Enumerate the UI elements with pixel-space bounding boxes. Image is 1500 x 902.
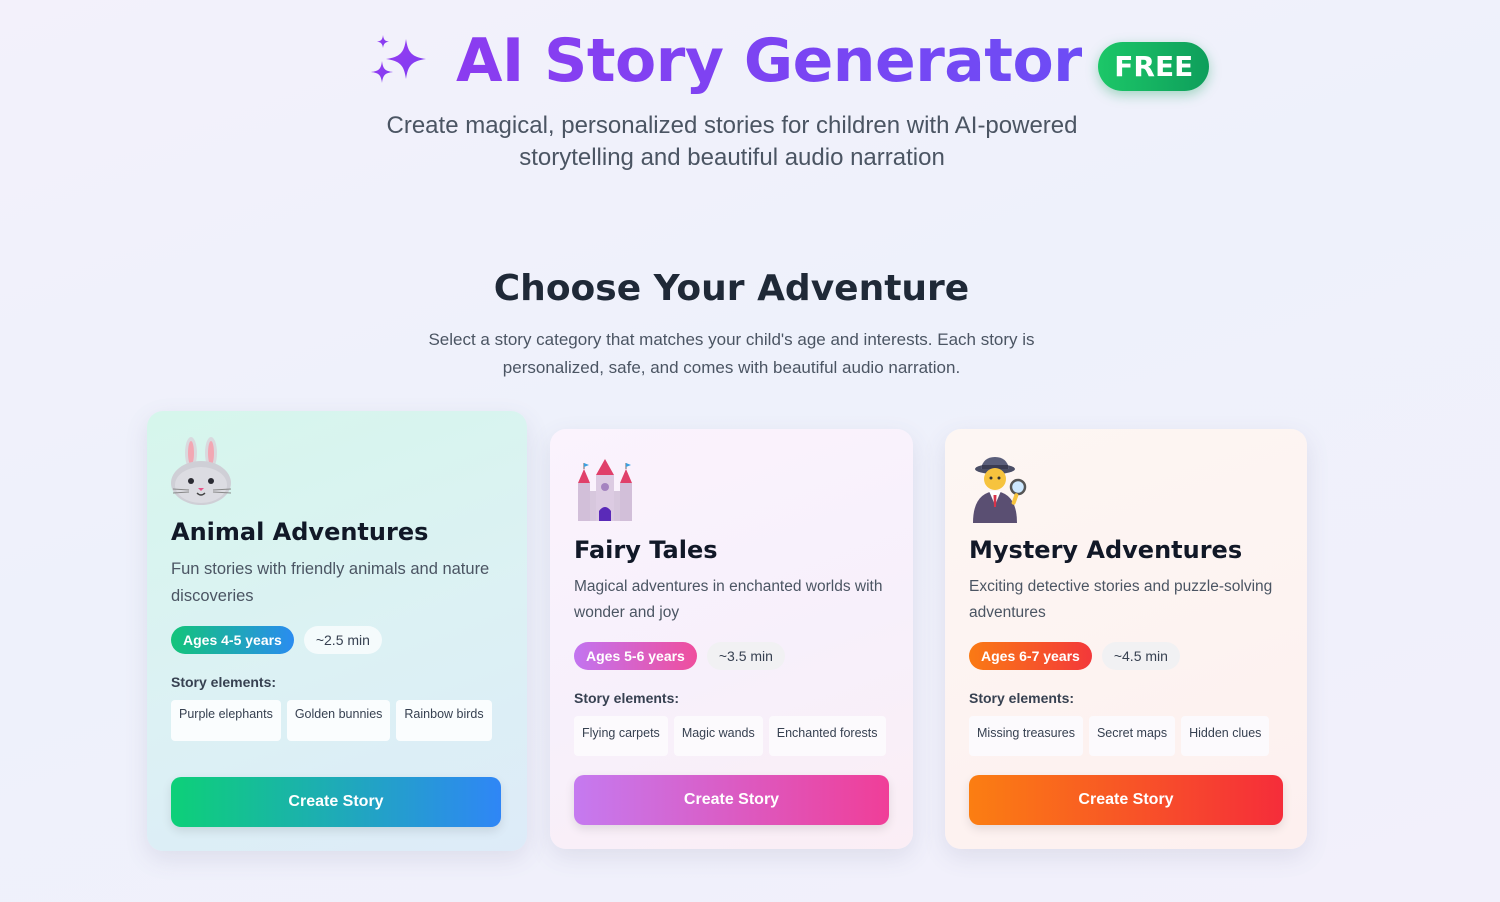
category-card-animal-adventures[interactable]: Animal Adventures Fun stories with frien…: [147, 411, 527, 851]
age-badge: Ages 4-5 years: [171, 626, 294, 654]
section-title: Choose Your Adventure: [493, 268, 970, 309]
card-title: Fairy Tales: [574, 536, 718, 564]
card-description: Magical adventures in enchanted worlds w…: [574, 578, 883, 621]
story-elements: Missing treasures Secret maps Hidden clu…: [969, 716, 1283, 756]
card-description: Exciting detective stories and puzzle-so…: [969, 578, 1273, 621]
page-subtitle: Create magical, personalized stories for…: [386, 112, 1078, 171]
story-element-chip: Rainbow birds: [396, 700, 492, 741]
page-title: AI Story Generator: [456, 26, 1083, 96]
story-elements: Purple elephants Golden bunnies Rainbow …: [171, 700, 503, 741]
section-description: Select a story category that matches you…: [428, 330, 1035, 377]
duration-badge: ~3.5 min: [706, 642, 785, 670]
card-meta: Ages 4-5 years ~2.5 min: [171, 626, 503, 654]
detective-icon: [973, 457, 1027, 523]
story-elements: Flying carpets Magic wands Enchanted for…: [574, 716, 889, 756]
rabbit-icon: [171, 437, 232, 505]
castle-icon: [578, 459, 632, 521]
story-elements-label: Story elements:: [171, 674, 277, 690]
age-badge: Ages 5-6 years: [574, 642, 697, 670]
story-element-chip: Purple elephants: [171, 700, 281, 741]
title-row: AI Story Generator FREE: [368, 26, 1210, 96]
story-element-chip: Hidden clues: [1181, 716, 1270, 756]
story-element-chip: Missing treasures: [969, 716, 1083, 756]
duration-badge: ~2.5 min: [303, 626, 382, 654]
card-description: Fun stories with friendly animals and na…: [171, 560, 490, 605]
card-meta: Ages 5-6 years ~3.5 min: [574, 642, 889, 670]
story-element-chip: Golden bunnies: [286, 700, 391, 741]
card-title: Animal Adventures: [171, 518, 429, 546]
story-elements-label: Story elements:: [574, 690, 680, 706]
category-card-mystery-adventures[interactable]: Mystery Adventures Exciting detective st…: [945, 429, 1307, 849]
duration-badge: ~4.5 min: [1101, 642, 1180, 670]
age-badge: Ages 6-7 years: [969, 642, 1092, 670]
story-element-chip: Secret maps: [1088, 716, 1176, 756]
category-card-fairy-tales[interactable]: Fairy Tales Magical adventures in enchan…: [550, 429, 913, 849]
card-meta: Ages 6-7 years ~4.5 min: [969, 642, 1283, 670]
story-elements-label: Story elements:: [969, 690, 1075, 706]
story-element-chip: Magic wands: [673, 716, 763, 756]
sparkles-icon: [371, 35, 426, 83]
create-story-button[interactable]: Create Story: [171, 777, 501, 827]
free-badge: FREE: [1098, 41, 1210, 91]
story-element-chip: Enchanted forests: [768, 716, 886, 756]
card-title: Mystery Adventures: [969, 536, 1243, 564]
story-element-chip: Flying carpets: [574, 716, 668, 756]
create-story-button[interactable]: Create Story: [969, 775, 1283, 825]
create-story-button[interactable]: Create Story: [574, 775, 889, 825]
